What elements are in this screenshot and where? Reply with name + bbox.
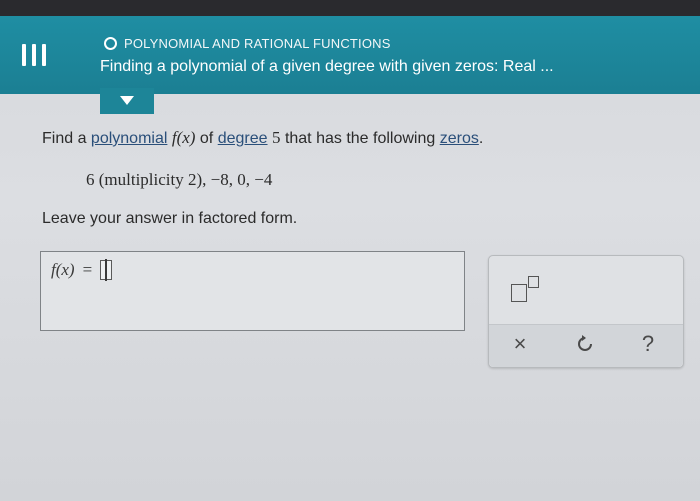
answer-equals: = xyxy=(82,260,93,279)
question-prefix: Find a xyxy=(42,130,91,147)
zeros-list: 6 (multiplicity 2), −8, 0, −4 xyxy=(86,170,273,189)
exponent-icon[interactable] xyxy=(511,274,543,304)
collapse-header-button[interactable] xyxy=(100,88,154,114)
math-tools-panel: × ? xyxy=(488,255,684,368)
zeros-link[interactable]: zeros xyxy=(440,130,479,147)
topic-circle-icon xyxy=(104,37,117,50)
answer-input-box[interactable]: f(x) = xyxy=(40,251,465,331)
function-notation: f(x) xyxy=(171,128,196,147)
degree-value: 5 xyxy=(271,128,281,147)
question-period: . xyxy=(478,130,484,147)
clear-icon[interactable]: × xyxy=(507,331,533,357)
instruction-text: Leave your answer in factored form. xyxy=(42,210,298,227)
question-text: Find a polynomial f(x) of degree 5 that … xyxy=(42,128,483,148)
question-middle: that has the following xyxy=(284,130,436,147)
answer-lhs: f(x) xyxy=(51,260,75,279)
topic-label: POLYNOMIAL AND RATIONAL FUNCTIONS xyxy=(124,36,391,51)
menu-icon[interactable] xyxy=(22,44,48,66)
answer-expression: f(x) = xyxy=(51,259,113,281)
question-of: of xyxy=(199,130,214,147)
device-top-bar xyxy=(0,0,700,16)
lesson-header: POLYNOMIAL AND RATIONAL FUNCTIONS Findin… xyxy=(0,16,700,94)
polynomial-link[interactable]: polynomial xyxy=(91,130,167,147)
answer-input-field[interactable] xyxy=(100,259,113,281)
topic-row: POLYNOMIAL AND RATIONAL FUNCTIONS xyxy=(104,36,391,51)
lesson-title: Finding a polynomial of a given degree w… xyxy=(100,58,554,75)
chevron-down-icon xyxy=(120,96,134,105)
help-icon[interactable]: ? xyxy=(635,331,661,357)
undo-icon[interactable] xyxy=(573,331,599,354)
tool-actions-bar: × ? xyxy=(489,324,683,367)
degree-link[interactable]: degree xyxy=(218,130,268,147)
